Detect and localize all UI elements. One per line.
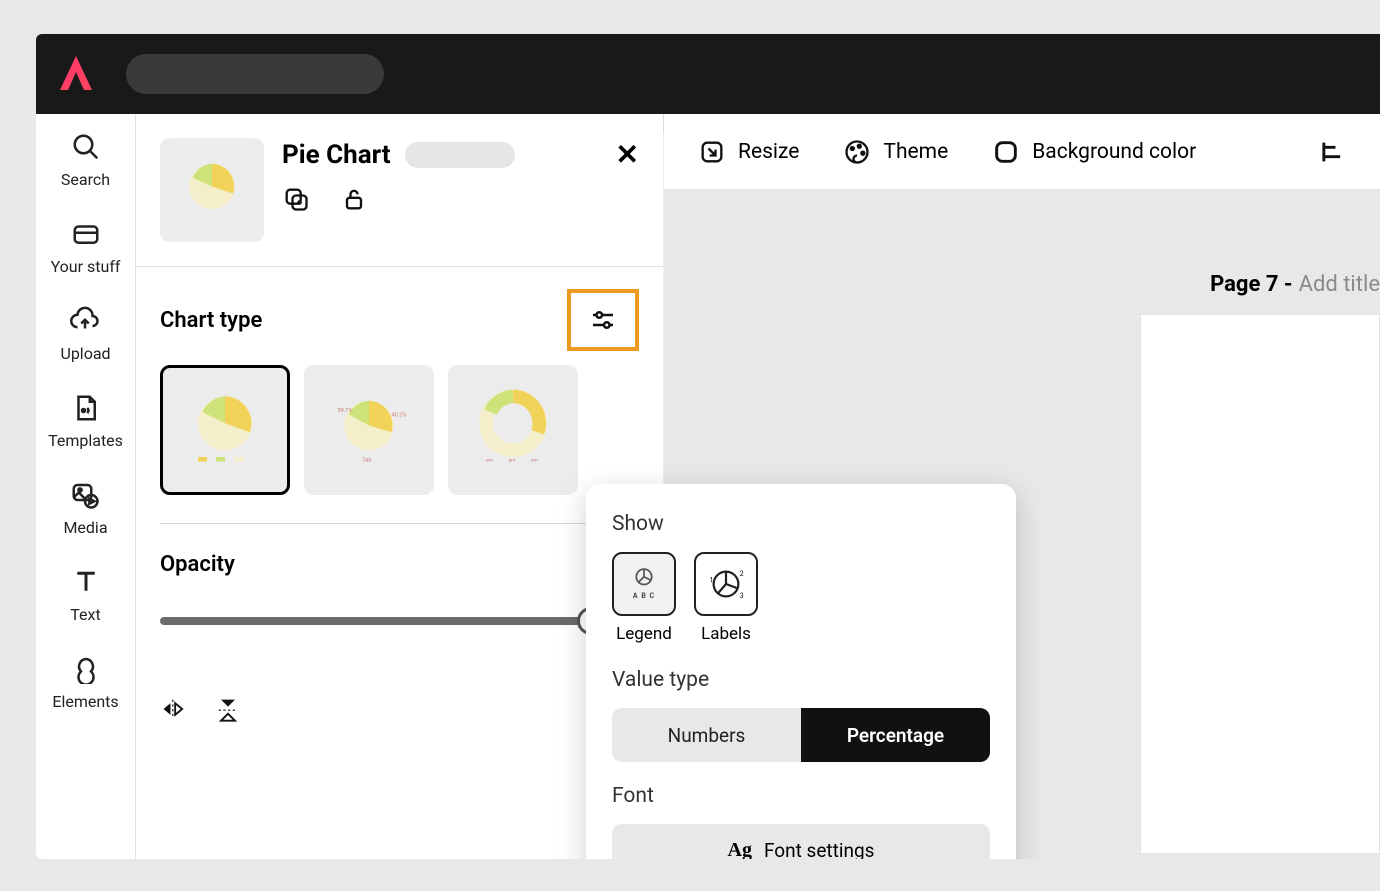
svg-text:Tab: Tab <box>362 458 371 464</box>
font-label: Font <box>612 784 990 808</box>
svg-text:am: am <box>486 458 493 464</box>
chart-type-pie-labels[interactable]: 39.1% 40.2% Tab <box>304 365 434 495</box>
nav-media[interactable]: Media <box>63 480 107 537</box>
chart-type-thumbs: 39.1% 40.2% Tab am am am <box>160 365 639 495</box>
svg-text:39.1%: 39.1% <box>338 408 353 414</box>
nav-upload[interactable]: Upload <box>60 306 110 363</box>
nav-upload-label: Upload <box>60 344 110 363</box>
opacity-slider[interactable] <box>160 617 603 625</box>
toolbar-theme-label: Theme <box>883 140 948 164</box>
title-badge <box>405 142 515 168</box>
app-window: Search Your stuff Upload Templates Media… <box>36 34 1380 859</box>
svg-text:am: am <box>531 458 538 464</box>
nav-text[interactable]: Text <box>70 567 100 624</box>
nav-search[interactable]: Search <box>61 132 110 189</box>
adobe-logo-icon[interactable] <box>56 54 96 94</box>
show-labels-toggle[interactable]: 1 2 3 <box>694 552 758 616</box>
toolbar-bgcolor-label: Background color <box>1032 140 1196 164</box>
toolbar-bgcolor[interactable]: Background color <box>992 138 1196 166</box>
show-legend-toggle[interactable]: A B C <box>612 552 676 616</box>
svg-text:2: 2 <box>740 570 744 578</box>
chart-type-donut[interactable]: am am am <box>448 365 578 495</box>
nav-yourstuff[interactable]: Your stuff <box>51 219 121 276</box>
svg-text:am: am <box>509 458 516 464</box>
document-title-pill[interactable] <box>126 54 384 94</box>
nav-media-label: Media <box>63 518 107 537</box>
page-canvas[interactable] <box>1140 314 1380 854</box>
value-type-segment: Numbers Percentage <box>612 708 990 762</box>
chart-type-label: Chart type <box>160 308 262 333</box>
page-number-label: Page 7 - <box>1210 272 1293 297</box>
chart-settings-popover: Show A B C Legend 1 2 3 Labels Value type <box>586 484 1016 859</box>
top-bar <box>36 34 1380 114</box>
nav-elements[interactable]: Elements <box>52 654 118 711</box>
duplicate-icon[interactable] <box>282 185 310 217</box>
nav-templates-label: Templates <box>48 431 123 450</box>
canvas-toolbar: Resize Theme Background color <box>664 114 1380 190</box>
svg-text:40.2%: 40.2% <box>392 413 407 419</box>
toolbar-resize[interactable]: Resize <box>698 138 799 166</box>
nav-yourstuff-label: Your stuff <box>51 257 121 276</box>
nav-templates[interactable]: Templates <box>48 393 123 450</box>
properties-panel: Pie Chart ✕ Chart type <box>136 114 664 859</box>
value-type-percentage[interactable]: Percentage <box>801 708 990 762</box>
page-label-row[interactable]: Page 7 - Add title <box>1210 272 1380 297</box>
toolbar-align[interactable] <box>1318 138 1346 166</box>
nav-elements-label: Elements <box>52 692 118 711</box>
svg-text:1: 1 <box>710 577 714 585</box>
chart-preview-thumb <box>160 138 264 242</box>
value-type-numbers[interactable]: Numbers <box>612 708 801 762</box>
left-nav: Search Your stuff Upload Templates Media… <box>36 114 136 859</box>
toolbar-theme[interactable]: Theme <box>843 138 948 166</box>
font-ag-icon: Ag <box>728 839 752 860</box>
flip-horizontal-icon[interactable] <box>160 695 188 727</box>
font-settings-button[interactable]: Ag Font settings <box>612 824 990 859</box>
main-area: Search Your stuff Upload Templates Media… <box>36 114 1380 859</box>
flip-vertical-icon[interactable] <box>214 695 242 727</box>
font-settings-label: Font settings <box>764 839 874 860</box>
opacity-label: Opacity <box>160 552 639 577</box>
nav-search-label: Search <box>61 170 110 189</box>
page-title-placeholder[interactable]: Add title <box>1299 272 1380 297</box>
chart-type-pie[interactable] <box>160 365 290 495</box>
toolbar-resize-label: Resize <box>738 140 799 164</box>
chart-settings-button[interactable] <box>567 289 639 351</box>
labels-label: Labels <box>701 624 751 644</box>
panel-title: Pie Chart <box>282 140 391 170</box>
legend-label: Legend <box>616 624 672 644</box>
show-label: Show <box>612 512 990 536</box>
close-icon[interactable]: ✕ <box>616 138 639 171</box>
nav-text-label: Text <box>70 605 100 624</box>
unlock-icon[interactable] <box>340 185 368 217</box>
svg-text:3: 3 <box>740 592 744 600</box>
value-type-label: Value type <box>612 668 990 692</box>
